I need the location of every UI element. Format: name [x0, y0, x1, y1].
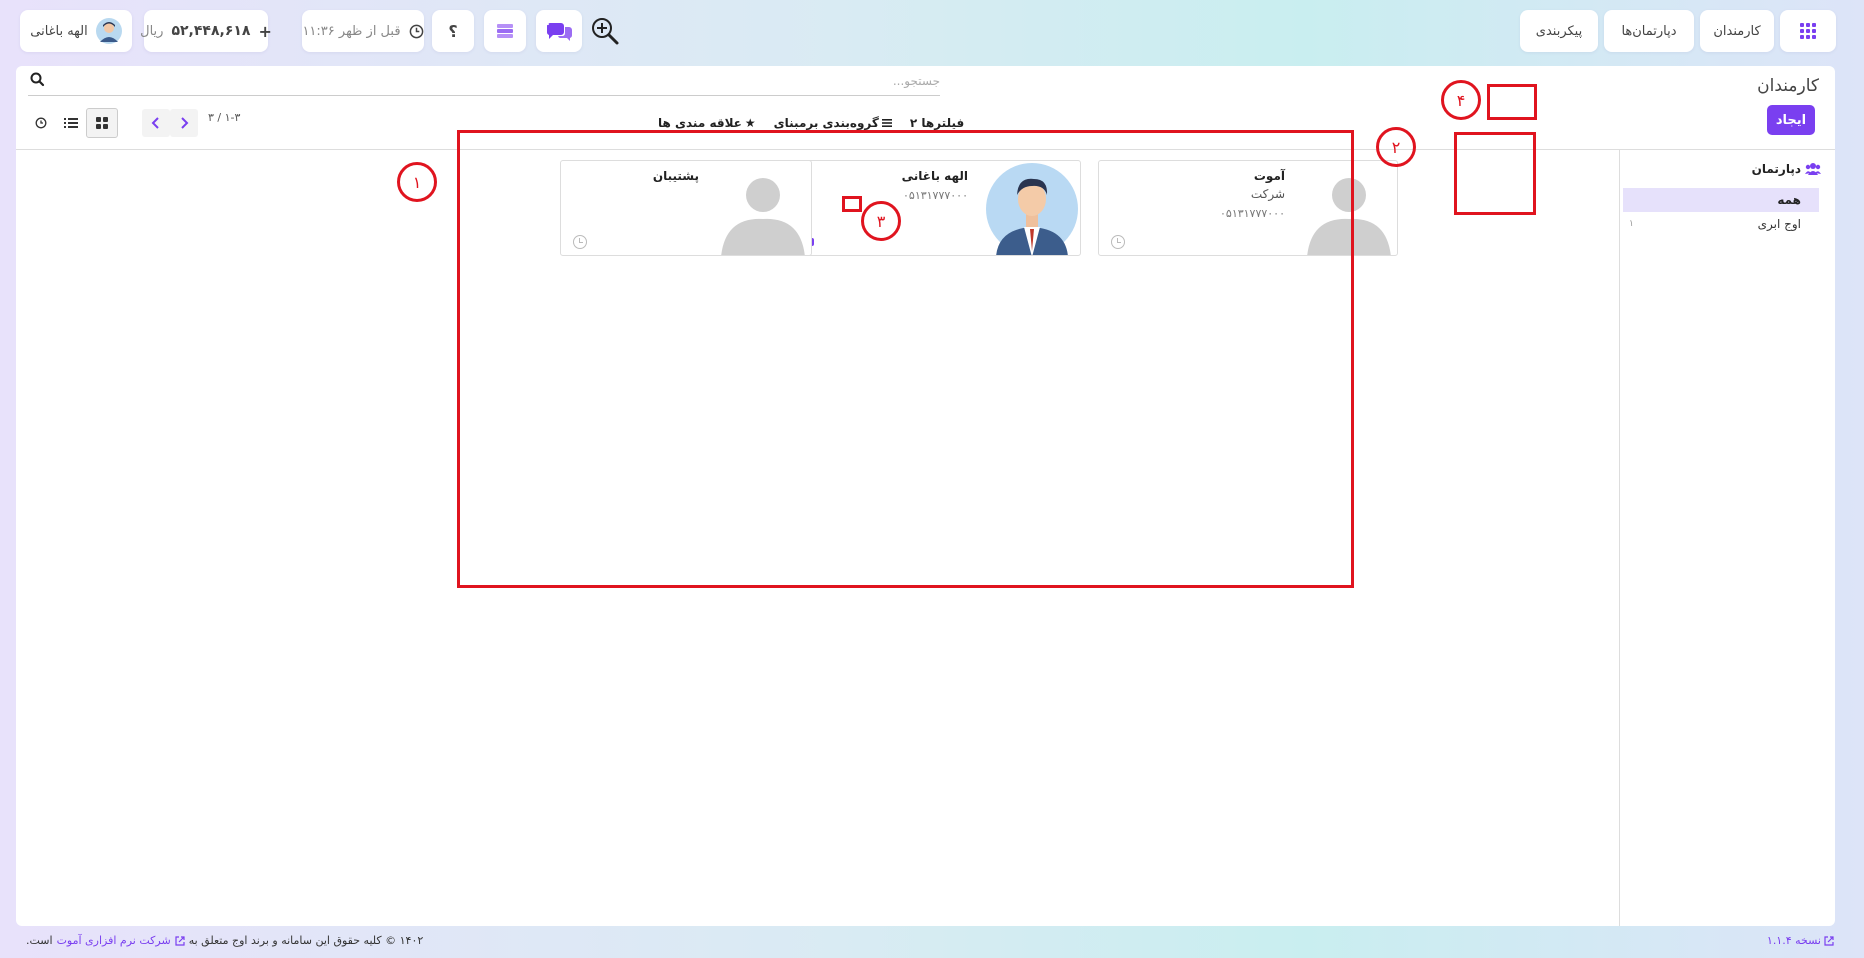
star-icon: ★	[744, 116, 756, 130]
users-icon	[1805, 163, 1821, 175]
sidebar-title: دپارتمان	[1751, 162, 1801, 176]
balance-widget[interactable]: ریال ۵۲,۴۴۸,۶۱۸ +	[140, 10, 272, 52]
view-switcher	[30, 108, 118, 138]
annotation-box-create	[1487, 84, 1537, 120]
user-name: الهه باغانی	[30, 23, 88, 39]
zoom-in-icon[interactable]	[590, 16, 620, 46]
version-link[interactable]: نسخه ۱.۱.۴	[1767, 934, 1834, 947]
list-view-button[interactable]	[56, 108, 86, 138]
annotation-marker-4: ۴	[1441, 80, 1481, 120]
balance-amount: ۵۲,۴۴۸,۶۱۸	[171, 23, 251, 39]
sidebar-item-owj-abri[interactable]: ۱ اوج ابری	[1623, 212, 1819, 236]
activity-view-button[interactable]	[30, 112, 52, 134]
clock-icon	[409, 24, 423, 38]
version-label: نسخه ۱.۱.۴	[1766, 934, 1821, 947]
top-bar: الهه باغانی ریال ۵۲,۴۴۸,۶۱۸ + ۱۱:۳۶ قبل …	[20, 10, 1836, 52]
add-balance-icon[interactable]: +	[258, 22, 271, 41]
external-link-icon	[175, 935, 185, 946]
search-icon[interactable]	[28, 70, 48, 90]
balance-currency: ریال	[140, 23, 164, 39]
page-title: کارمندان	[1757, 76, 1819, 96]
chevron-left-icon	[151, 117, 159, 129]
user-avatar-icon	[95, 18, 122, 44]
annotation-marker-2: ۲	[1376, 127, 1416, 167]
annotation-marker-3: ۳	[861, 201, 901, 241]
pager: ۳ / ۱-۳	[142, 108, 240, 138]
help-button[interactable]: ؟	[432, 10, 474, 52]
sidebar-header: دپارتمان	[1752, 162, 1821, 176]
sidebar-item-label: همه	[1777, 193, 1801, 207]
filters-label: ۲ فیلترها	[909, 116, 965, 130]
apps-grid-icon	[1800, 23, 1816, 39]
annotation-marker-1: ۱	[397, 162, 437, 202]
search-bar	[28, 66, 940, 96]
annotation-box-sidebar	[1454, 132, 1536, 215]
copyright-prefix: ۱۴۰۲ © کلیه حقوق این سامانه و برند اوج م…	[188, 934, 424, 947]
current-time: ۱۱:۳۶ قبل از ظهر	[302, 23, 401, 39]
nav-configuration[interactable]: پیکربندی	[1520, 10, 1598, 52]
annotation-box-cards	[457, 130, 1354, 588]
pager-previous-button[interactable]	[142, 109, 170, 137]
copyright: ۱۴۰۲ © کلیه حقوق این سامانه و برند اوج م…	[26, 934, 423, 947]
kanban-grid-icon	[96, 117, 108, 129]
apps-menu-button[interactable]	[1780, 10, 1836, 52]
favorites-label: علاقه مندی ها	[658, 116, 742, 130]
annotation-box-chat	[842, 196, 862, 212]
activity-list-icon	[497, 24, 513, 38]
nav-employees-label: کارمندان	[1713, 23, 1761, 39]
sidebar-item-label: اوج ابری	[1757, 217, 1801, 231]
nav-departments-label: دپارتمان‌ها	[1621, 23, 1677, 39]
chat-button[interactable]: ۲	[536, 10, 582, 52]
groupby-bars-icon	[881, 119, 892, 127]
help-icon: ؟	[448, 21, 458, 41]
department-sidebar: دپارتمان همه ۱ اوج ابری	[1619, 150, 1835, 926]
search-input[interactable]	[58, 70, 940, 92]
filters-button[interactable]: ۲ فیلترها	[910, 116, 964, 130]
clock-widget: ۱۱:۳۶ قبل از ظهر	[302, 10, 424, 52]
user-menu[interactable]: الهه باغانی	[20, 10, 132, 52]
pager-next-button[interactable]	[170, 109, 198, 137]
favorites-button[interactable]: علاقه مندی ها ★	[658, 116, 756, 130]
activity-button[interactable]	[484, 10, 526, 52]
nav-employees[interactable]: کارمندان	[1700, 10, 1774, 52]
sidebar-item-all[interactable]: همه	[1623, 188, 1819, 212]
chat-badge: ۲	[546, 18, 552, 28]
chevron-right-icon	[181, 117, 189, 129]
list-view-icon	[64, 118, 78, 128]
sidebar-item-count: ۱	[1629, 219, 1634, 229]
external-link-icon	[1824, 935, 1834, 946]
kanban-view-button[interactable]	[86, 108, 118, 138]
footer: نسخه ۱.۱.۴ ۱۴۰۲ © کلیه حقوق این سامانه و…	[0, 934, 1864, 954]
groupby-button[interactable]: گروه‌بندی برمبنای	[774, 116, 892, 130]
groupby-label: گروه‌بندی برمبنای	[773, 116, 879, 130]
nav-configuration-label: پیکربندی	[1535, 23, 1583, 39]
nav-departments[interactable]: دپارتمان‌ها	[1604, 10, 1694, 52]
clock-view-icon	[35, 117, 47, 129]
copyright-suffix: است.	[26, 934, 53, 947]
company-link[interactable]: شرکت نرم افزاری آموت	[57, 934, 171, 947]
pager-value[interactable]: ۳ / ۱-۳	[208, 111, 240, 124]
create-button[interactable]: ایجاد	[1767, 105, 1815, 135]
